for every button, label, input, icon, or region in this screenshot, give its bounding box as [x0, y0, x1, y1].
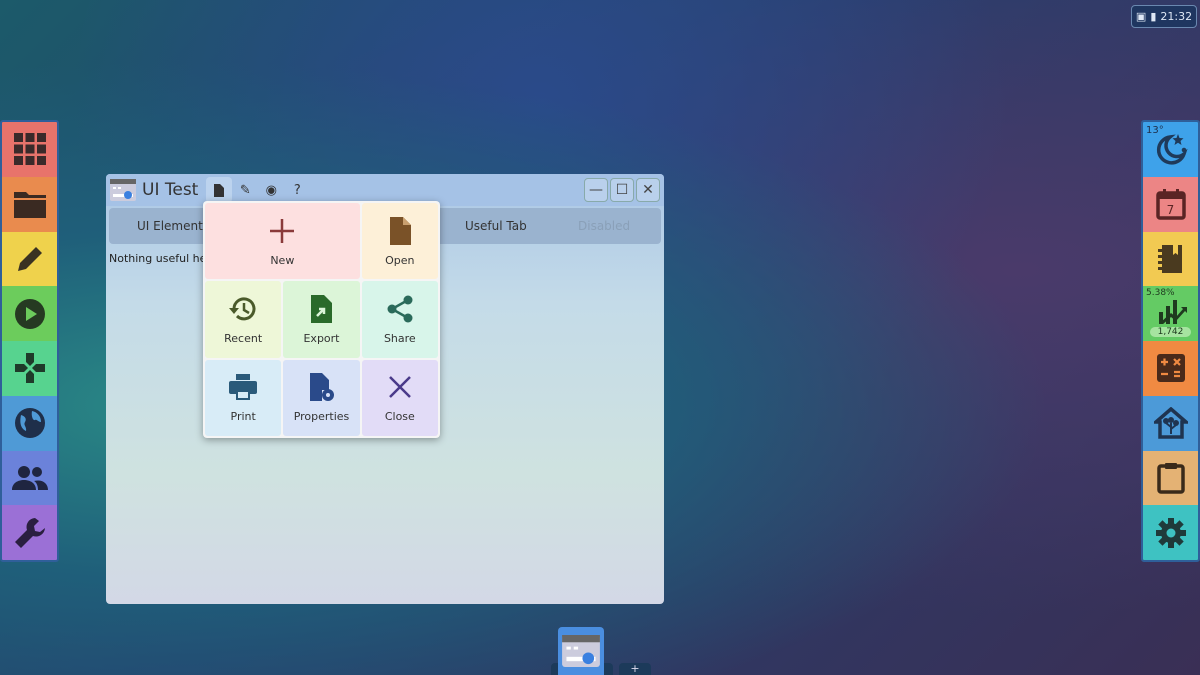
menu-item-label: New [270, 253, 295, 267]
dock-item-media[interactable] [2, 286, 57, 341]
maximize-button[interactable]: ☐ [610, 178, 634, 202]
plus-icon [270, 218, 295, 243]
app-icon [110, 179, 136, 201]
widget-calculator[interactable] [1143, 341, 1198, 396]
right-dock: 13° 7 5.38% 1,742 [1141, 120, 1200, 562]
tab-ui-element[interactable]: UI Element [137, 219, 203, 233]
folder-icon [13, 192, 46, 219]
close-button[interactable]: ✕ [636, 178, 660, 202]
menu-item-label: Recent [224, 331, 263, 345]
battery-icon: ▮ [1150, 10, 1157, 23]
stock-value: 1,742 [1150, 327, 1191, 337]
moon-stars-icon [1156, 134, 1188, 165]
grid-icon [13, 133, 46, 166]
menu-item-export[interactable]: Export [283, 281, 360, 358]
dock-item-files[interactable] [2, 176, 57, 232]
status-tray[interactable]: ▣ ▮ 21:32 [1131, 5, 1197, 28]
notebook-icon [1157, 244, 1182, 273]
dock-item-browser[interactable] [2, 395, 57, 451]
menu-item-new[interactable]: New [205, 203, 360, 280]
pencil-icon [17, 246, 42, 271]
widget-calendar[interactable]: 7 [1143, 176, 1198, 232]
taskbar-app-ui-test[interactable] [558, 627, 604, 675]
taskbar-add-button[interactable]: + [619, 663, 651, 675]
file-menu-button[interactable] [206, 177, 233, 203]
close-icon [388, 376, 411, 399]
menu-item-label: Open [385, 253, 415, 267]
dock-item-games[interactable] [2, 341, 57, 396]
app-icon [562, 635, 600, 667]
calendar-day: 7 [1166, 202, 1175, 217]
history-icon [229, 297, 256, 321]
export-icon [311, 294, 333, 323]
tab-content: Nothing useful her [109, 252, 211, 265]
widget-clipboard[interactable] [1143, 450, 1198, 506]
chart-up-icon [1158, 299, 1187, 324]
printer-icon [229, 374, 258, 401]
menu-item-label: Properties [293, 410, 350, 424]
share-icon [387, 295, 413, 323]
view-menu-button[interactable]: ◉ [258, 177, 284, 203]
widget-weather[interactable]: 13° [1143, 122, 1198, 177]
left-dock [0, 120, 59, 562]
file-icon [214, 183, 225, 197]
stock-change: 5.38% [1146, 288, 1175, 299]
window-title: UI Test [142, 180, 199, 200]
menu-item-label: Close [384, 410, 415, 424]
menu-item-properties[interactable]: Properties [283, 359, 360, 436]
menu-item-share[interactable]: Share [361, 281, 438, 358]
gear-icon [1155, 517, 1186, 548]
people-icon [11, 465, 48, 490]
menu-item-label: Share [383, 331, 416, 345]
document-icon [389, 216, 411, 245]
widget-home[interactable] [1143, 395, 1198, 451]
tab-disabled: Disabled [578, 219, 631, 233]
menu-item-close[interactable]: Close [361, 359, 438, 436]
dock-item-editor[interactable] [2, 231, 57, 287]
dock-item-tools[interactable] [2, 505, 57, 560]
calculator-icon [1156, 354, 1185, 383]
menu-item-label: Print [230, 410, 256, 424]
menu-item-print[interactable]: Print [205, 359, 282, 436]
help-menu-button[interactable]: ? [284, 177, 310, 203]
play-icon [14, 298, 45, 329]
smart-home-icon [1153, 407, 1188, 439]
file-settings-icon [310, 373, 335, 402]
dock-item-app-grid[interactable] [2, 122, 57, 177]
widget-notes[interactable] [1143, 231, 1198, 287]
file-menu-popup: New Open Recent Export Share Print Prope… [203, 201, 440, 438]
menu-item-label: Export [303, 331, 340, 345]
edit-menu-button[interactable]: ✎ [232, 177, 258, 203]
clipboard-icon [1156, 462, 1185, 494]
dock-item-contacts[interactable] [2, 450, 57, 506]
widget-settings[interactable] [1143, 505, 1198, 560]
menu-item-recent[interactable]: Recent [205, 281, 282, 358]
clock-time: 21:32 [1160, 10, 1193, 23]
globe-icon [14, 408, 45, 439]
gamepad-icon [14, 353, 45, 384]
eye-icon: ◉ [265, 182, 278, 198]
temperature: 13° [1146, 125, 1164, 136]
menu-item-open[interactable]: Open [361, 203, 438, 280]
widget-stocks[interactable]: 5.38% 1,742 [1143, 286, 1198, 341]
tab-useful-tab[interactable]: Useful Tab [465, 219, 527, 233]
wrench-icon [14, 517, 45, 548]
minimize-button[interactable]: — [584, 178, 608, 202]
network-icon: ▣ [1135, 10, 1147, 23]
